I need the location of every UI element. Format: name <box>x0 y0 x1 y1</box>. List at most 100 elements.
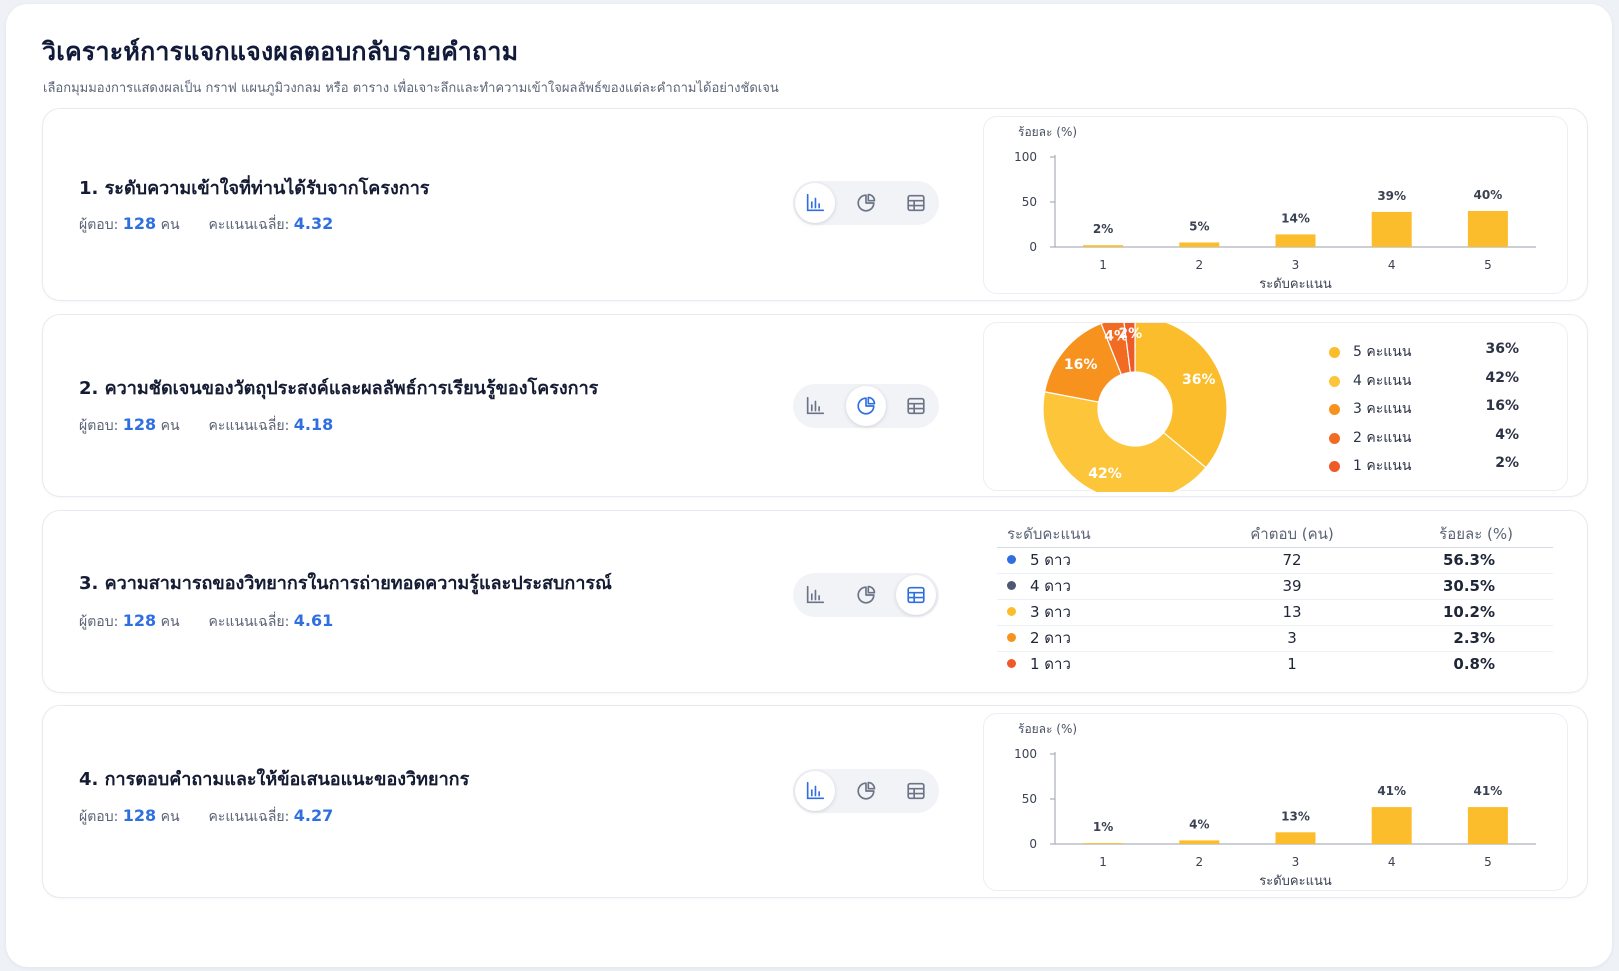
respondents-label: ผู้ตอบ: <box>79 614 119 630</box>
bar-value-label: 4% <box>1189 817 1209 831</box>
bar-view-button[interactable] <box>795 183 835 223</box>
table-icon <box>907 586 925 604</box>
bar-value-label: 41% <box>1377 784 1406 798</box>
rating-cell: 2 ดาว <box>997 625 1197 652</box>
pie-chart-icon <box>857 396 876 415</box>
pie-view-button[interactable] <box>846 575 886 615</box>
average-score: 4.32 <box>293 214 334 233</box>
bar-value-label: 14% <box>1281 211 1310 225</box>
rating-cell: 5 ดาว <box>997 547 1197 574</box>
question-title: 3. ความสามารถของวิทยากรในการถ่ายทอดความร… <box>79 573 612 594</box>
respondents-label: ผู้ตอบ: <box>79 418 119 434</box>
x-tick-label: 3 <box>1292 258 1300 272</box>
table-row: 4 ดาว 39 30.5% <box>997 573 1553 600</box>
pie-view-button[interactable] <box>846 386 886 426</box>
legend-label: 2 คะแนน <box>1353 429 1412 446</box>
donut-chart: 36%42%16%4%2% <box>1042 323 1228 492</box>
count-cell: 3 <box>1197 625 1387 652</box>
table-row: 1 ดาว 1 0.8% <box>997 651 1553 677</box>
question-title: 4. การตอบคำถามและให้ข้อเสนอแนะของวิทยากร <box>79 769 470 790</box>
bar-view-button[interactable] <box>795 386 835 426</box>
y-tick-label: 0 <box>1029 837 1037 851</box>
x-tick-label: 1 <box>1099 258 1107 272</box>
y-tick-label: 50 <box>1022 792 1037 806</box>
percent-cell: 10.2% <box>1387 599 1553 626</box>
analysis-page: วิเคราะห์การแจกแจงผลตอบกลับรายคำถาม เลือ… <box>6 4 1612 967</box>
pie-chart-icon <box>857 781 876 800</box>
y-tick-label: 100 <box>1014 150 1037 164</box>
x-tick-label: 3 <box>1292 855 1300 869</box>
x-tick-label: 2 <box>1195 855 1203 869</box>
legend-item: 5 คะแนน 36% <box>1329 341 1519 370</box>
bar-view-button[interactable] <box>795 771 835 811</box>
table-view-button[interactable] <box>896 386 936 426</box>
rating-label: 4 ดาว <box>1030 577 1071 595</box>
bar-chart-icon <box>806 781 825 800</box>
question-card-1: 1. ระดับความเข้าใจที่ท่านได้รับจากโครงกา… <box>42 108 1588 301</box>
rating-dot <box>1007 633 1016 642</box>
rating-cell: 1 ดาว <box>997 651 1197 677</box>
distribution-table: ระดับคะแนน คำตอบ (คน) ร้อยละ (%) 5 ดาว 72… <box>997 521 1553 677</box>
view-toggle <box>793 769 939 813</box>
legend-item: 3 คะแนน 16% <box>1329 398 1519 427</box>
question-card-3: 3. ความสามารถของวิทยากรในการถ่ายทอดความร… <box>42 510 1588 693</box>
table-row: 5 ดาว 72 56.3% <box>997 547 1553 574</box>
legend-swatch <box>1329 375 1340 387</box>
table-header-row: ระดับคะแนน คำตอบ (คน) ร้อยละ (%) <box>997 521 1553 548</box>
percent-cell: 56.3% <box>1387 547 1553 574</box>
bar <box>1179 242 1220 247</box>
table-view-button[interactable] <box>896 771 936 811</box>
average-label: คะแนนเฉลี่ย: <box>208 418 290 434</box>
y-axis-label: ร้อยละ (%) <box>1018 722 1077 736</box>
bar-value-label: 1% <box>1093 820 1113 834</box>
table-panel: ระดับคะแนน คำตอบ (คน) ร้อยละ (%) 5 ดาว 72… <box>983 515 1568 688</box>
table-row: 2 ดาว 3 2.3% <box>997 625 1553 652</box>
slice-value-label: 42% <box>1088 466 1122 482</box>
view-toggle <box>793 573 939 617</box>
percent-cell: 2.3% <box>1387 625 1553 652</box>
legend-swatch <box>1329 404 1340 415</box>
respondents-label: ผู้ตอบ: <box>79 217 119 233</box>
legend-swatch <box>1329 461 1340 472</box>
rating-dot <box>1007 581 1016 590</box>
bar <box>1467 807 1508 844</box>
table-view-button[interactable] <box>896 183 936 223</box>
question-title: 1. ระดับความเข้าใจที่ท่านได้รับจากโครงกา… <box>79 178 430 199</box>
rating-label: 3 ดาว <box>1030 603 1071 621</box>
legend-label: 3 คะแนน <box>1353 401 1412 417</box>
column-header: ระดับคะแนน <box>997 521 1197 548</box>
average-score: 4.18 <box>293 415 334 434</box>
slice-value-label: 2% <box>1118 326 1142 342</box>
bar-value-label: 39% <box>1377 189 1406 203</box>
x-tick-label: 2 <box>1195 258 1203 272</box>
y-tick-label: 0 <box>1029 240 1037 254</box>
average-label: คะแนนเฉลี่ย: <box>208 217 290 233</box>
percent-cell: 0.8% <box>1453 655 1495 674</box>
respondents-label: ผู้ตอบ: <box>79 809 119 825</box>
x-axis-label: ระดับคะแนน <box>1259 277 1332 292</box>
table-view-button[interactable] <box>896 575 936 615</box>
bar-chart: ร้อยละ (%) 0 50 100 1% 1 4% 2 13% 3 41% 4 41% 5 ระดับค… <box>1014 722 1536 889</box>
bar-value-label: 41% <box>1474 784 1503 798</box>
bar <box>1179 840 1220 844</box>
legend-value: 36% <box>1485 341 1519 357</box>
table-row: 3 ดาว 13 10.2% <box>997 599 1553 626</box>
legend-value: 4% <box>1495 426 1519 443</box>
respondents-unit: คน <box>160 809 180 825</box>
pie-chart-icon <box>857 585 876 604</box>
column-header: ร้อยละ (%) <box>1387 521 1553 548</box>
bar-view-button[interactable] <box>795 575 835 615</box>
legend-value: 42% <box>1485 369 1519 386</box>
pie-view-button[interactable] <box>846 183 886 223</box>
x-tick-label: 4 <box>1388 258 1396 272</box>
rating-label: 2 ดาว <box>1030 629 1071 647</box>
bar <box>1083 245 1124 247</box>
view-toggle <box>793 181 939 225</box>
count-cell: 72 <box>1197 547 1387 574</box>
legend-swatch <box>1329 432 1340 444</box>
bar-value-label: 5% <box>1189 220 1209 234</box>
chart-legend: 5 คะแนน 36% 4 คะแนน 42% 3 คะแนน 16% 2 คะแนน 4% 1… <box>1329 341 1519 484</box>
question-title: 2. ความชัดเจนของวัตถุประสงค์และผลลัพธ์กา… <box>79 378 599 399</box>
y-tick-label: 50 <box>1022 195 1037 209</box>
pie-view-button[interactable] <box>846 771 886 811</box>
